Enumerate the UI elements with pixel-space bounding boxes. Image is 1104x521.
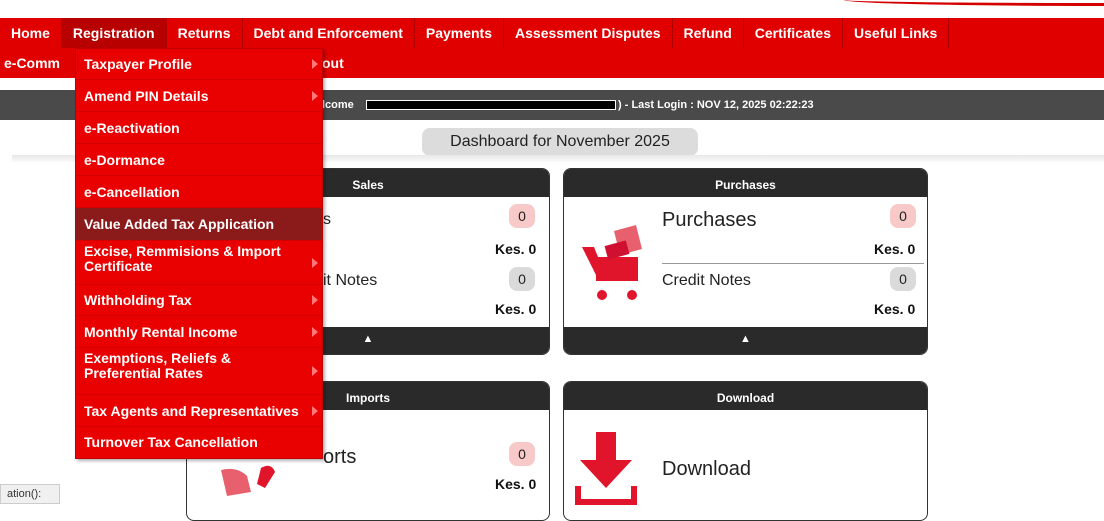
purchases-collapse-button[interactable]: ▲ (564, 327, 927, 354)
menu-e-cancellation[interactable]: e-Cancellation (76, 176, 322, 208)
sales-label: s (323, 211, 331, 228)
menu-label: Exemptions, Reliefs & Preferential Rates (84, 350, 232, 381)
download-header: Download (564, 382, 927, 410)
nav-payments[interactable]: Payments (415, 18, 505, 48)
shopping-cart-icon (582, 225, 642, 300)
menu-tax-agents[interactable]: Tax Agents and Representatives (76, 395, 322, 427)
purchases-credit-notes-amount: Kes. 0 (874, 301, 916, 317)
menu-excise-remissions[interactable]: Excise, Remmisions & Import Certificate (76, 241, 322, 285)
menu-label: Value Added Tax Application (84, 216, 275, 232)
menu-label: Turnover Tax Cancellation (84, 434, 258, 450)
purchases-divider (662, 263, 924, 264)
purchases-credit-notes-badge: 0 (890, 267, 916, 291)
submenu-arrow-icon (312, 295, 318, 305)
menu-amend-pin[interactable]: Amend PIN Details (76, 80, 322, 112)
submenu-arrow-icon (312, 405, 318, 416)
download-icon (575, 432, 637, 505)
download-label[interactable]: Download (662, 458, 751, 481)
menu-e-dormance[interactable]: e-Dormance (76, 144, 322, 176)
sales-credit-notes-badge: 0 (509, 267, 535, 291)
nav-assessment-disputes[interactable]: Assessment Disputes (504, 18, 673, 48)
menu-label: e-Dormance (84, 152, 165, 168)
imports-amount: Kes. 0 (495, 476, 537, 492)
menu-label: Taxpayer Profile (84, 56, 192, 72)
imports-count-badge: 0 (509, 442, 535, 466)
last-login: ) - Last Login : NOV 12, 2025 02:22:23 (618, 99, 814, 111)
nav-debt-enforcement[interactable]: Debt and Enforcement (243, 18, 415, 48)
nav-refund[interactable]: Refund (673, 18, 744, 48)
nav-useful-links[interactable]: Useful Links (843, 18, 950, 48)
submenu-arrow-icon (312, 326, 318, 337)
menu-turnover-tax-cancellation[interactable]: Turnover Tax Cancellation (76, 427, 322, 458)
nav-e-commerce[interactable]: e-Comm (4, 48, 60, 78)
submenu-arrow-icon (312, 257, 318, 268)
menu-label: e-Cancellation (84, 184, 180, 200)
nav-logout[interactable]: out (322, 48, 344, 78)
menu-label: e-Reactivation (84, 120, 180, 136)
submenu-arrow-icon (312, 59, 318, 69)
status-bar: ation(): (0, 484, 60, 504)
imports-label: orts (323, 446, 357, 468)
submenu-arrow-icon (312, 90, 318, 101)
menu-monthly-rental-income[interactable]: Monthly Rental Income (76, 316, 322, 348)
top-strip (0, 0, 1104, 18)
main-nav: Home Registration Returns Debt and Enfor… (0, 18, 1104, 48)
purchases-header: Purchases (564, 169, 927, 197)
redacted-name (366, 100, 616, 110)
purchases-count-badge: 0 (890, 204, 916, 228)
submenu-arrow-icon (312, 366, 318, 376)
dashboard-title: Dashboard for November 2025 (422, 128, 698, 156)
menu-label: Amend PIN Details (84, 88, 209, 104)
nav-returns[interactable]: Returns (167, 18, 243, 48)
menu-taxpayer-profile[interactable]: Taxpayer Profile (76, 49, 322, 80)
registration-dropdown: Taxpayer Profile Amend PIN Details e-Rea… (75, 48, 323, 459)
menu-vat-application[interactable]: Value Added Tax Application (76, 208, 322, 241)
purchases-credit-notes-label: Credit Notes (662, 272, 751, 289)
nav-certificates[interactable]: Certificates (744, 18, 844, 48)
purchases-amount: Kes. 0 (874, 241, 916, 257)
sales-credit-notes-label: it Notes (323, 272, 378, 289)
menu-e-reactivation[interactable]: e-Reactivation (76, 112, 322, 144)
purchases-card: Purchases Purchases 0 Kes. 0 Credit Note… (563, 168, 928, 355)
purchases-label: Purchases (662, 209, 757, 231)
menu-exemptions-reliefs[interactable]: Exemptions, Reliefs & Preferential Rates (76, 348, 322, 395)
menu-label: Excise, Remmisions & Import Certificate (84, 243, 281, 274)
sales-credit-notes-amount: Kes. 0 (495, 301, 537, 317)
sales-count-badge: 0 (509, 204, 535, 228)
menu-label: Withholding Tax (84, 292, 192, 308)
menu-withholding-tax[interactable]: Withholding Tax (76, 285, 322, 316)
menu-label: Tax Agents and Representatives (84, 403, 299, 419)
sales-amount: Kes. 0 (495, 241, 537, 257)
header-curve (844, 0, 1104, 6)
nav-home[interactable]: Home (0, 18, 62, 48)
last-login-text: - Last Login : NOV 12, 2025 02:22:23 (621, 99, 814, 111)
nav-registration[interactable]: Registration (61, 18, 167, 48)
imports-icon (221, 465, 275, 496)
welcome-text: lcome (322, 99, 354, 111)
menu-label: Monthly Rental Income (84, 324, 238, 340)
download-card[interactable]: Download Download (563, 381, 928, 521)
